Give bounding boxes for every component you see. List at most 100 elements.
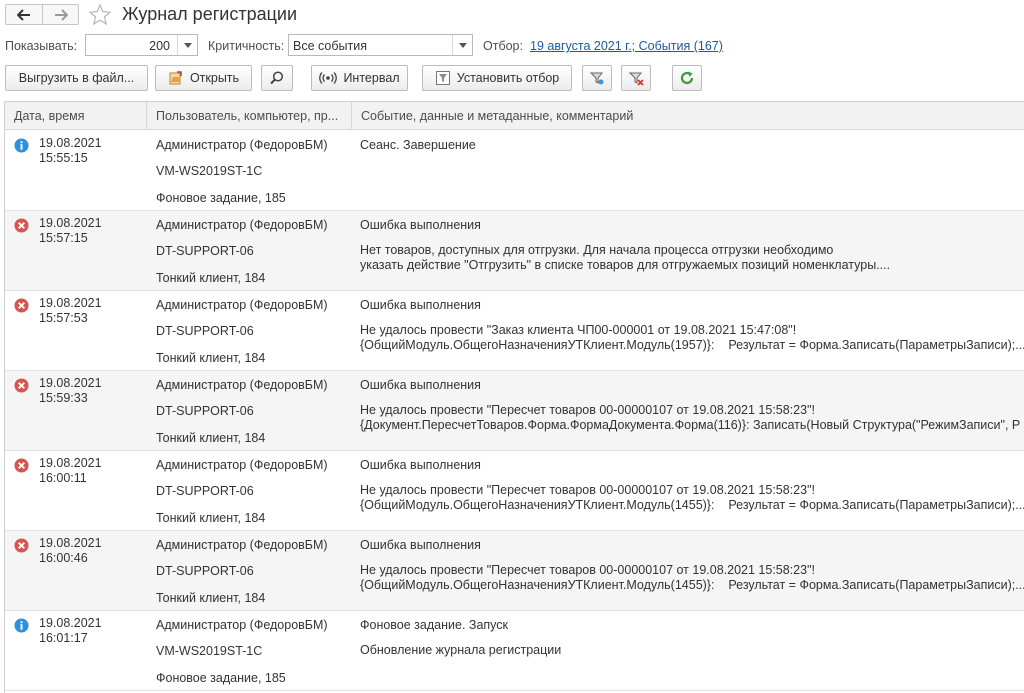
event-cell: Ошибка выполнения	[360, 218, 481, 232]
event-data-cell: Не удалось провести "Пересчет товаров 00…	[360, 403, 1021, 432]
application-cell: Фоновое задание, 185	[156, 191, 286, 205]
event-data-cell: Обновление журнала регистрации	[360, 643, 562, 657]
computer-cell: DT-SUPPORT-06	[156, 564, 254, 578]
date-text: 19.08.2021	[39, 216, 102, 230]
application-cell: Фоновое задание, 185	[156, 671, 286, 685]
export-to-file-button[interactable]: Выгрузить в файл...	[5, 65, 148, 91]
event-cell: Ошибка выполнения	[360, 538, 481, 552]
datetime-cell: 19.08.2021 16:00:11	[39, 456, 102, 486]
page-title: Журнал регистрации	[122, 4, 298, 24]
application-cell: Тонкий клиент, 184	[156, 591, 266, 605]
time-text: 16:01:17	[39, 631, 88, 645]
find-button[interactable]	[261, 65, 293, 91]
user-cell: Администратор (ФедоровБМ)	[156, 538, 328, 552]
filter-icon	[589, 72, 604, 85]
show-count-dropdown[interactable]	[177, 35, 197, 55]
datetime-cell: 19.08.2021 15:57:53	[39, 296, 102, 326]
time-text: 15:57:53	[39, 311, 88, 325]
user-cell: Администратор (ФедоровБМ)	[156, 618, 328, 632]
arrow-right-icon	[54, 8, 68, 21]
info-icon	[14, 138, 29, 153]
event-data-cell: Не удалось провести "Пересчет товаров 00…	[360, 483, 1024, 512]
user-cell: Администратор (ФедоровБМ)	[156, 298, 328, 312]
event-data-cell: Не удалось провести "Пересчет товаров 00…	[360, 563, 1024, 592]
computer-cell: DT-SUPPORT-06	[156, 244, 254, 258]
event-cell: Ошибка выполнения	[360, 298, 481, 312]
filter-line: Показывать: 200 Критичность: Все события…	[0, 34, 1024, 58]
computer-cell: DT-SUPPORT-06	[156, 324, 254, 338]
event-cell: Ошибка выполнения	[360, 378, 481, 392]
event-log-table[interactable]: Дата, время Пользователь, компьютер, пр.…	[4, 101, 1024, 693]
table-row[interactable]: 19.08.2021 15:59:33 Администратор (Федоров…	[5, 371, 1024, 451]
table-row[interactable]: 19.08.2021 15:57:53 Администратор (Федоров…	[5, 291, 1024, 371]
filter-remove-icon	[628, 72, 644, 86]
selection-link[interactable]: 19 августа 2021 г.; События (167)	[530, 39, 723, 53]
column-header-event[interactable]: Событие, данные и метаданные, комментари…	[352, 102, 1024, 130]
table-row[interactable]: 19.08.2021 16:00:46 Администратор (Федоров…	[5, 531, 1024, 611]
datetime-cell: 19.08.2021 16:01:17	[39, 616, 102, 646]
back-button[interactable]	[6, 5, 42, 24]
title-bar: Журнал регистрации	[0, 0, 1024, 32]
broadcast-icon	[319, 72, 338, 84]
criticality-select[interactable]: Все события	[288, 34, 473, 56]
forward-button[interactable]	[42, 5, 78, 24]
computer-cell: DT-SUPPORT-06	[156, 404, 254, 418]
error-icon	[14, 458, 29, 473]
error-icon	[14, 378, 29, 393]
column-header-datetime[interactable]: Дата, время	[5, 102, 147, 130]
open-button[interactable]: Открыть	[155, 65, 252, 91]
table-row[interactable]: 19.08.2021 15:55:15 Администратор (Федоров…	[5, 131, 1024, 211]
criticality-value: Все события	[293, 39, 367, 53]
column-header-user[interactable]: Пользователь, компьютер, пр...	[147, 102, 352, 130]
table-row[interactable]: 19.08.2021 16:01:17 Администратор (Федоров…	[5, 611, 1024, 691]
table-row[interactable]: 19.08.2021 16:00:11 Администратор (Федоров…	[5, 451, 1024, 531]
application-cell: Тонкий клиент, 184	[156, 271, 266, 285]
datetime-cell: 19.08.2021 15:57:15	[39, 216, 102, 246]
filter-by-value-button[interactable]	[582, 65, 612, 91]
error-icon	[14, 218, 29, 233]
navigation-group	[5, 4, 79, 25]
date-text: 19.08.2021	[39, 296, 102, 310]
show-label: Показывать:	[5, 39, 78, 53]
datetime-cell: 19.08.2021 15:55:15	[39, 136, 102, 166]
application-cell: Тонкий клиент, 184	[156, 511, 266, 525]
open-document-icon	[169, 71, 182, 85]
event-data-cell: Нет товаров, доступных для отгрузки. Для…	[360, 243, 891, 272]
date-text: 19.08.2021	[39, 376, 102, 390]
time-text: 16:00:11	[39, 471, 87, 485]
chevron-down-icon	[458, 42, 467, 48]
arrow-left-icon	[17, 8, 30, 21]
event-cell: Сеанс. Завершение	[360, 138, 476, 152]
table-row[interactable]: 19.08.2021 15:57:15 Администратор (Федоров…	[5, 211, 1024, 291]
show-count-value: 200	[149, 39, 170, 53]
toolbar: Выгрузить в файл... Открыть Интервал Уст…	[0, 65, 1024, 92]
show-count-select[interactable]: 200	[85, 34, 198, 56]
event-data-cell: Не удалось провести "Заказ клиента ЧП00-…	[360, 323, 1024, 352]
datetime-cell: 19.08.2021 15:59:33	[39, 376, 102, 406]
open-button-label: Открыть	[189, 71, 240, 85]
datetime-cell: 19.08.2021 16:00:46	[39, 536, 102, 566]
error-icon	[14, 298, 29, 313]
criticality-dropdown[interactable]	[452, 35, 472, 55]
set-filter-button[interactable]: Установить отбор	[422, 65, 572, 91]
criticality-label: Критичность:	[208, 39, 285, 53]
computer-cell: DT-SUPPORT-06	[156, 484, 254, 498]
computer-cell: VM-WS2019ST-1C	[156, 644, 263, 658]
application-cell: Тонкий клиент, 184	[156, 431, 266, 445]
user-cell: Администратор (ФедоровБМ)	[156, 458, 328, 472]
user-cell: Администратор (ФедоровБМ)	[156, 378, 328, 392]
time-text: 15:57:15	[39, 231, 88, 245]
selection-label: Отбор:	[483, 39, 523, 53]
refresh-button[interactable]	[672, 65, 702, 91]
set-filter-button-label: Установить отбор	[456, 71, 560, 85]
info-icon	[14, 618, 29, 633]
export-button-label: Выгрузить в файл...	[18, 71, 135, 85]
table-header: Дата, время Пользователь, компьютер, пр.…	[5, 102, 1024, 130]
event-cell: Ошибка выполнения	[360, 458, 481, 472]
time-text: 16:00:46	[39, 551, 88, 565]
favorite-star-icon[interactable]	[88, 3, 112, 27]
clear-filter-button[interactable]	[621, 65, 651, 91]
interval-button[interactable]: Интервал	[311, 65, 408, 91]
time-text: 15:59:33	[39, 391, 88, 405]
table-body: 19.08.2021 15:55:15 Администратор (Федоров…	[5, 131, 1024, 691]
